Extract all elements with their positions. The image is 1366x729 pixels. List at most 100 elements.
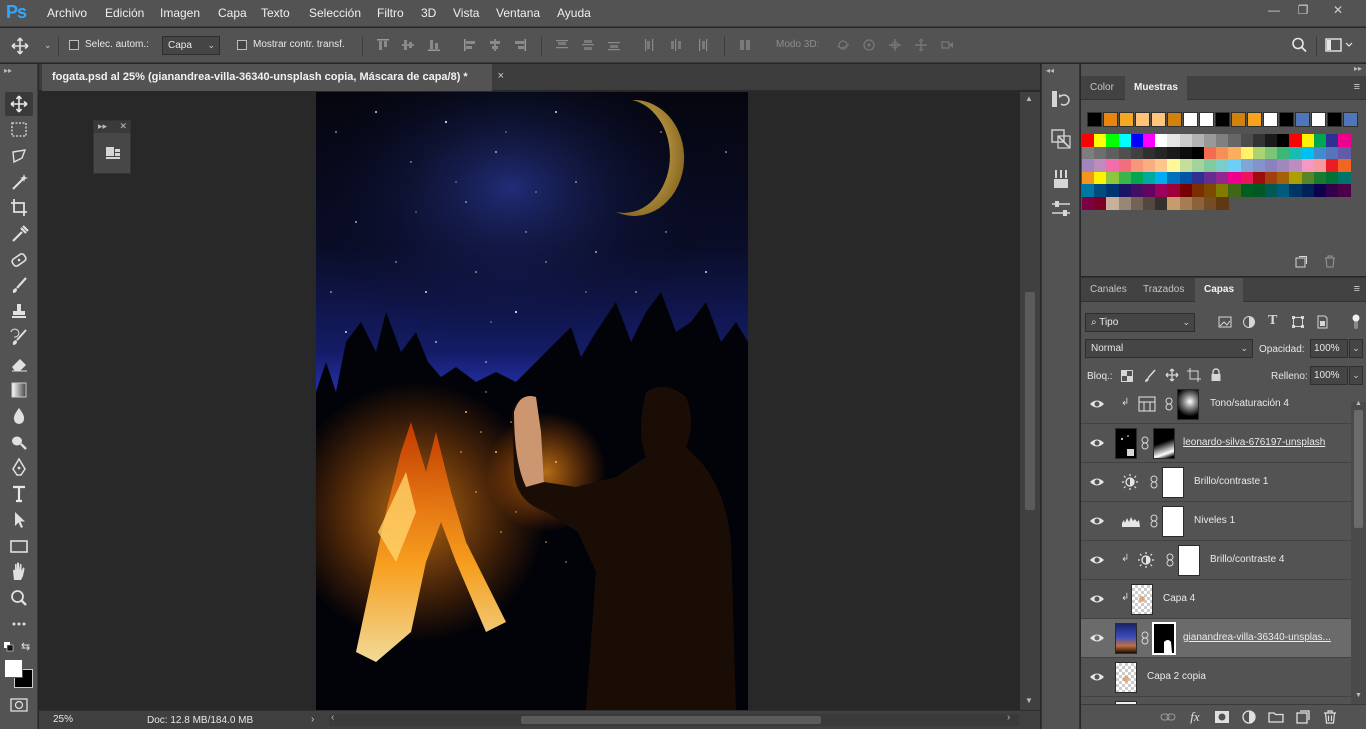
swatch[interactable] [1338, 184, 1352, 197]
floating-panel-header[interactable]: ▸▸ ✕ [94, 121, 130, 133]
swatch[interactable] [1326, 134, 1339, 147]
expand-panel-icon[interactable]: ▸▸ [98, 121, 107, 131]
swatch[interactable] [1130, 134, 1144, 147]
recent-swatch[interactable] [1103, 112, 1118, 127]
crop-tool-icon[interactable] [5, 196, 33, 220]
new-adjustment-layer-icon[interactable] [1241, 709, 1257, 725]
layer-mask-thumbnail[interactable] [1162, 506, 1184, 537]
swatch[interactable] [1118, 159, 1132, 172]
visibility-eye-icon[interactable] [1089, 435, 1105, 451]
scroll-down-icon[interactable]: ▼ [1355, 692, 1362, 699]
swatch[interactable] [1106, 171, 1120, 185]
show-transform-checkbox[interactable] [237, 40, 247, 50]
swatch[interactable] [1179, 184, 1193, 197]
menu-imagen[interactable]: Imagen [160, 6, 200, 20]
swatch[interactable] [1240, 146, 1254, 160]
swatch[interactable] [1143, 159, 1156, 172]
layer-name[interactable]: Tono/saturación 4 [1210, 398, 1289, 409]
menu-vista[interactable]: Vista [453, 6, 479, 20]
swatch[interactable] [1277, 159, 1291, 172]
recent-swatch[interactable] [1343, 112, 1358, 127]
document-canvas-image[interactable] [316, 92, 748, 710]
swatch[interactable] [1143, 196, 1156, 210]
layer-mask-thumbnail[interactable] [1162, 467, 1184, 498]
swatch[interactable] [1277, 134, 1291, 147]
minimize-button[interactable]: — [1264, 3, 1284, 19]
recent-swatch[interactable] [1119, 112, 1134, 127]
swatch[interactable] [1130, 159, 1144, 172]
swatch[interactable] [1313, 184, 1327, 197]
swatch[interactable] [1094, 171, 1108, 185]
3d-properties-icon[interactable] [103, 143, 123, 163]
swatch[interactable] [1265, 159, 1278, 172]
recent-swatch[interactable] [1311, 112, 1326, 127]
zoom-level-field[interactable]: 25% [49, 713, 85, 727]
align-bottom-icon[interactable] [427, 38, 441, 52]
panel-menu-icon[interactable]: ≡ [1354, 81, 1360, 93]
swatch[interactable] [1216, 171, 1230, 185]
layer-filter-dropdown[interactable]: ⌕ Tipo ⌄ [1085, 313, 1195, 332]
layer-name[interactable]: Niveles 1 [1194, 515, 1235, 526]
healing-brush-tool-icon[interactable] [5, 248, 33, 272]
scroll-right-icon[interactable]: › [1007, 712, 1010, 723]
recent-swatch[interactable] [1279, 112, 1294, 127]
new-layer-icon[interactable] [1295, 709, 1311, 725]
dodge-tool-icon[interactable] [5, 430, 33, 454]
workspace-switcher-icon[interactable] [1325, 37, 1355, 53]
swatch[interactable] [1228, 184, 1242, 197]
swatch[interactable] [1167, 159, 1181, 172]
swatch[interactable] [1143, 134, 1156, 147]
close-window-button[interactable]: ✕ [1328, 3, 1348, 19]
distribute-top-icon[interactable] [555, 38, 569, 52]
menu-ventana[interactable]: Ventana [496, 6, 540, 20]
pan-3d-icon[interactable] [888, 38, 902, 52]
swatch[interactable] [1277, 171, 1291, 185]
visibility-eye-icon[interactable] [1089, 591, 1105, 607]
lock-artboard-icon[interactable] [1187, 368, 1201, 382]
search-icon[interactable] [1290, 36, 1308, 54]
recent-swatch[interactable] [1199, 112, 1214, 127]
layer-style-icon[interactable]: fx [1187, 709, 1203, 725]
layer-thumbnail[interactable] [1131, 584, 1153, 615]
eyedropper-tool-icon[interactable] [5, 222, 33, 246]
distribute-hcenter-icon[interactable] [669, 38, 683, 52]
delete-swatch-icon[interactable] [1324, 255, 1336, 268]
auto-select-checkbox[interactable] [69, 40, 79, 50]
swatch[interactable] [1338, 159, 1352, 172]
add-layer-mask-icon[interactable] [1214, 709, 1230, 725]
canvas-area[interactable] [39, 92, 1020, 710]
auto-select-target-dropdown[interactable]: Capa ⌄ [162, 36, 220, 55]
swatch[interactable] [1191, 196, 1205, 210]
filter-toggle-icon[interactable] [1351, 314, 1361, 330]
swatch[interactable] [1277, 184, 1291, 197]
swatch[interactable] [1179, 134, 1193, 147]
swatch[interactable] [1252, 184, 1266, 197]
layer-name[interactable]: Capa 4 [1163, 593, 1195, 604]
canvas-vertical-scrollbar[interactable]: ▲ ▼ [1020, 92, 1040, 710]
swatch[interactable] [1265, 171, 1278, 185]
swatch[interactable] [1204, 184, 1217, 197]
swatch[interactable] [1326, 184, 1339, 197]
swatch[interactable] [1313, 146, 1327, 160]
swatch[interactable] [1106, 146, 1120, 160]
swatch[interactable] [1130, 146, 1144, 160]
swatch[interactable] [1082, 146, 1095, 160]
swatch[interactable] [1265, 146, 1278, 160]
collapse-icon-column-icon[interactable]: ◂◂ [1046, 66, 1054, 75]
swatch[interactable] [1191, 159, 1205, 172]
swatch[interactable] [1216, 159, 1230, 172]
swatch[interactable] [1301, 184, 1315, 197]
layer-row[interactable]: ↲ Brillo/contraste 4 [1081, 541, 1351, 580]
recent-swatch[interactable] [1167, 112, 1182, 127]
layer-mask-link-icon[interactable] [1141, 436, 1149, 450]
layer-row[interactable]: ↲ Capa 4 [1081, 580, 1351, 619]
visibility-eye-icon[interactable] [1089, 669, 1105, 685]
align-vcenter-icon[interactable] [401, 38, 415, 52]
swatch[interactable] [1082, 171, 1095, 185]
swatch[interactable] [1289, 146, 1303, 160]
layer-row-selected[interactable]: gianandrea-villa-36340-unsplas... [1081, 619, 1351, 658]
tab-trazados[interactable]: Trazados [1134, 278, 1193, 302]
lock-position-icon[interactable] [1165, 368, 1179, 382]
scale-3d-icon[interactable] [940, 38, 954, 52]
layer-mask-thumbnail[interactable] [1153, 428, 1175, 459]
